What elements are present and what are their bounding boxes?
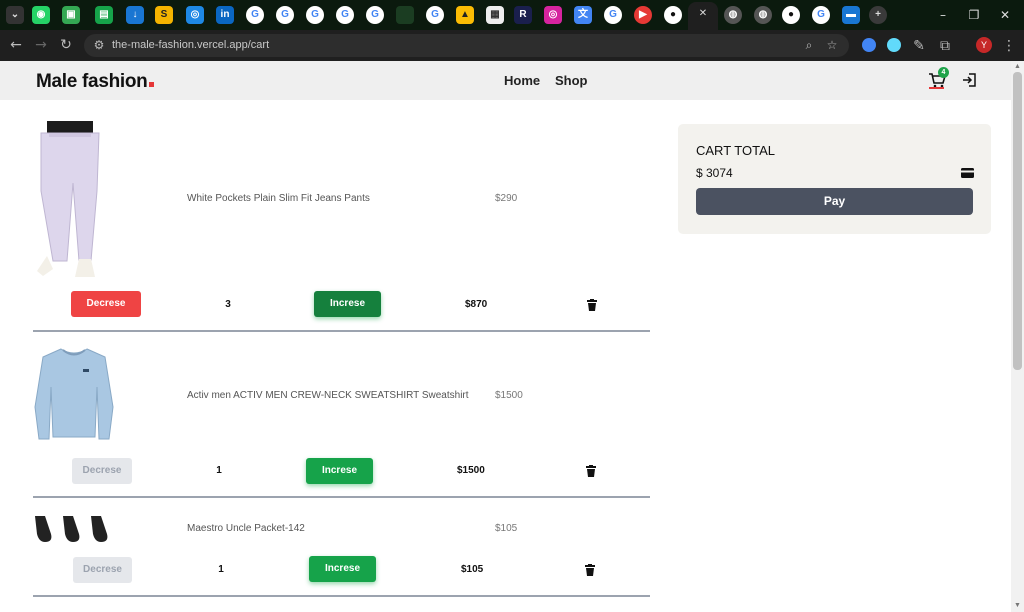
- profile-avatar[interactable]: Y: [976, 37, 992, 53]
- github-tab-icon[interactable]: ●: [782, 6, 800, 24]
- product-image-jeans[interactable]: [33, 121, 117, 279]
- tab-icon[interactable]: ◍: [724, 6, 742, 24]
- youtube-tab-icon[interactable]: ▶: [634, 6, 652, 24]
- tab-search-chevron-icon[interactable]: ⌄: [6, 6, 24, 24]
- product-unit-price: $105: [495, 523, 518, 534]
- translate-tab-icon[interactable]: 文: [574, 6, 592, 24]
- cart-active-indicator: [929, 87, 944, 89]
- trash-icon[interactable]: [587, 299, 597, 311]
- tab-icon[interactable]: R: [514, 6, 532, 24]
- quantity-value: 1: [216, 465, 222, 476]
- login-icon[interactable]: [961, 72, 977, 88]
- row-divider: [33, 330, 650, 332]
- nav-home-link[interactable]: Home: [504, 73, 540, 88]
- url-text: the-male-fashion.vercel.app/cart: [112, 39, 270, 51]
- item-subtotal: $870: [465, 299, 488, 310]
- cart-total-panel: CART TOTAL $ 3074 Pay: [678, 124, 991, 234]
- quantity-value: 1: [218, 564, 224, 575]
- row-divider: [33, 595, 650, 597]
- new-tab-button[interactable]: +: [869, 6, 887, 24]
- site-logo[interactable]: Male fashion: [36, 71, 155, 93]
- restore-icon[interactable]: ❐: [966, 7, 982, 23]
- forward-icon[interactable]: →: [33, 37, 49, 53]
- eyedropper-icon[interactable]: ✎: [911, 38, 927, 54]
- browser-tab-bar: ⌄ ◉ ▣ ▤ ↓ S ◎ in G G G G G G ▲ ▦ R ◎ 文 G…: [0, 0, 1024, 30]
- product-image-socks[interactable]: [33, 514, 117, 544]
- cart-total-amount: $ 3074: [696, 166, 733, 180]
- google-tab-icon[interactable]: G: [276, 6, 294, 24]
- browser-menu-icon[interactable]: ⋮: [1001, 38, 1017, 54]
- tab-icon[interactable]: ▦: [486, 6, 504, 24]
- tab-icon[interactable]: S: [155, 6, 173, 24]
- scrollbar-thumb[interactable]: [1013, 72, 1022, 370]
- product-name[interactable]: Maestro Uncle Packet-142: [187, 523, 305, 534]
- increase-button[interactable]: Increse: [306, 458, 373, 484]
- product-name[interactable]: White Pockets Plain Slim Fit Jeans Pants: [187, 193, 370, 204]
- google-tab-icon[interactable]: G: [812, 6, 830, 24]
- tab-icon[interactable]: [396, 6, 414, 24]
- item-subtotal: $1500: [457, 465, 485, 476]
- pay-button[interactable]: Pay: [696, 188, 973, 215]
- credit-card-icon: [961, 168, 974, 178]
- tab-icon[interactable]: ▤: [95, 6, 113, 24]
- decrease-button[interactable]: Decrese: [72, 458, 132, 484]
- trash-icon[interactable]: [585, 564, 595, 576]
- increase-button[interactable]: Increse: [309, 556, 376, 582]
- tab-icon[interactable]: ▣: [62, 6, 80, 24]
- reload-icon[interactable]: ↻: [58, 37, 74, 53]
- google-tab-icon[interactable]: G: [306, 6, 324, 24]
- extension-icon[interactable]: [862, 38, 876, 52]
- logo-text: Male fashion: [36, 71, 148, 92]
- tab-icon[interactable]: ↓: [126, 6, 144, 24]
- scroll-up-arrow[interactable]: ▲: [1013, 63, 1022, 71]
- linkedin-tab-icon[interactable]: in: [216, 6, 234, 24]
- google-tab-icon[interactable]: G: [336, 6, 354, 24]
- quantity-value: 3: [225, 299, 231, 310]
- nav-shop-link[interactable]: Shop: [555, 73, 588, 88]
- logo-dot: [149, 82, 155, 87]
- google-tab-icon[interactable]: G: [426, 6, 444, 24]
- drive-tab-icon[interactable]: ▲: [456, 6, 474, 24]
- address-bar[interactable]: ⚙ the-male-fashion.vercel.app/cart ⌕ ☆: [84, 34, 849, 57]
- tab-icon[interactable]: ◎: [186, 6, 204, 24]
- row-divider: [33, 496, 650, 498]
- tab-icon[interactable]: ▬: [842, 6, 860, 24]
- react-devtools-icon[interactable]: [887, 38, 901, 52]
- google-tab-icon[interactable]: G: [604, 6, 622, 24]
- browser-toolbar: ← → ↻ ⚙ the-male-fashion.vercel.app/cart…: [0, 30, 1024, 61]
- product-image-sweatshirt[interactable]: [33, 347, 115, 443]
- close-window-icon[interactable]: ✕: [997, 7, 1013, 23]
- google-tab-icon[interactable]: G: [366, 6, 384, 24]
- scroll-down-arrow[interactable]: ▼: [1013, 602, 1022, 610]
- trash-icon[interactable]: [586, 465, 596, 477]
- google-tab-icon[interactable]: G: [246, 6, 264, 24]
- instagram-tab-icon[interactable]: ◎: [544, 6, 562, 24]
- tab-icon[interactable]: ◍: [754, 6, 772, 24]
- site-header: Male fashion Home Shop 4: [0, 61, 1011, 100]
- site-info-icon[interactable]: ⚙: [92, 38, 106, 52]
- minimize-icon[interactable]: –: [935, 7, 951, 23]
- increase-button[interactable]: Increse: [314, 291, 381, 317]
- decrease-button[interactable]: Decrese: [71, 291, 141, 317]
- active-tab[interactable]: ✕: [688, 2, 718, 30]
- cart-total-title: CART TOTAL: [696, 143, 775, 158]
- bookmark-star-icon[interactable]: ☆: [825, 38, 839, 52]
- extensions-puzzle-icon[interactable]: ⧉: [937, 38, 953, 54]
- product-unit-price: $290: [495, 193, 518, 204]
- back-icon[interactable]: ←: [8, 37, 24, 53]
- product-unit-price: $1500: [495, 390, 523, 401]
- github-tab-icon[interactable]: ●: [664, 6, 682, 24]
- zoom-icon[interactable]: ⌕: [802, 38, 816, 52]
- whatsapp-tab-icon[interactable]: ◉: [32, 6, 50, 24]
- decrease-button[interactable]: Decrese: [73, 557, 132, 583]
- item-subtotal: $105: [461, 564, 484, 575]
- tab-close-icon[interactable]: ✕: [696, 7, 710, 21]
- cart-count-badge: 4: [938, 67, 949, 78]
- product-name[interactable]: Activ men ACTIV MEN CREW-NECK SWEATSHIRT…: [187, 390, 469, 401]
